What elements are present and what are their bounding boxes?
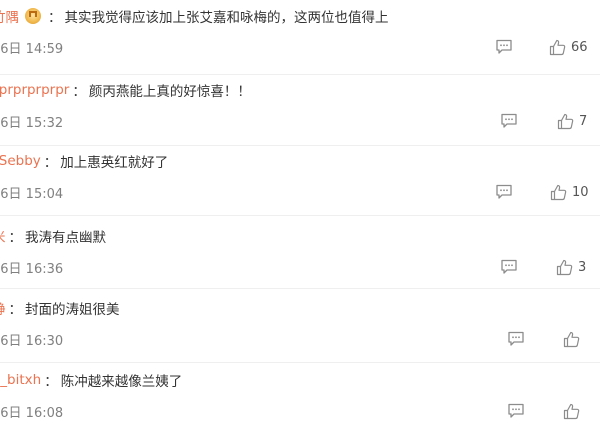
- comment-timestamp: 26日 14:59: [0, 42, 64, 57]
- comment-username[interactable]: 米: [0, 226, 6, 246]
- reply-button[interactable]: [495, 182, 513, 202]
- comment-timestamp: 26日 15:32: [0, 116, 64, 131]
- comment-username[interactable]: _prprprprpr: [0, 82, 69, 98]
- like-button[interactable]: 3: [556, 257, 586, 277]
- comment-username[interactable]: e_bitxh: [0, 372, 41, 388]
- comment-timestamp: 26日 16:08: [0, 406, 64, 421]
- comment-timestamp: 26日 16:30: [0, 334, 64, 349]
- comment-header: e_bitxh ： 陈冲越来越像兰姨了: [0, 368, 182, 392]
- comment-item: 米 ： 我涛有点幽默 26日 16:36 3: [0, 224, 600, 298]
- comment-timestamp: 26日 16:36: [0, 262, 64, 277]
- comment-header: 米 ： 我涛有点幽默: [0, 224, 106, 248]
- comment-separator: ：: [72, 84, 86, 100]
- divider: [0, 145, 600, 146]
- reply-button[interactable]: [507, 401, 525, 421]
- comment-bubble-icon: [496, 39, 512, 54]
- comment-text: 陈冲越来越像兰姨了: [60, 374, 183, 390]
- comment-text: 加上惠英红就好了: [60, 155, 169, 171]
- like-button[interactable]: 66: [549, 37, 588, 57]
- comment-separator: ：: [48, 10, 62, 26]
- comment-text: 颜丙燕能上真的好惊喜！！: [88, 84, 251, 100]
- comment-header: _prprprprpr ： 颜丙燕能上真的好惊喜！！: [0, 78, 251, 102]
- comment-username[interactable]: 竹隅: [0, 6, 19, 26]
- comment-separator: ：: [43, 155, 58, 171]
- comment-list: 竹隅 ： 其实我觉得应该加上张艾嘉和咏梅的，这两位也值得上 26日 14:59 …: [0, 0, 600, 435]
- comment-bubble-icon: [508, 331, 524, 346]
- thumbs-up-icon: [563, 331, 580, 347]
- comment-item: _Sebby ： 加上惠英红就好了 26日 15:04 10: [0, 149, 600, 223]
- comment-separator: ：: [8, 230, 23, 246]
- comment-separator: ：: [8, 302, 23, 318]
- divider: [0, 215, 600, 216]
- comment-bubble-icon: [501, 113, 517, 128]
- comment-header: _Sebby ： 加上惠英红就好了: [0, 149, 168, 173]
- reply-button[interactable]: [500, 111, 518, 131]
- thumbs-up-icon: [556, 259, 573, 275]
- thumbs-up-icon: [563, 403, 580, 419]
- like-button[interactable]: [563, 329, 585, 349]
- comment-item: 竹隅 ： 其实我觉得应该加上张艾嘉和咏梅的，这两位也值得上 26日 14:59 …: [0, 4, 600, 78]
- divider: [0, 74, 600, 75]
- comment-header: 静 ： 封面的涛姐很美: [0, 296, 120, 320]
- comment-bubble-icon: [501, 259, 517, 274]
- comment-username[interactable]: 静: [0, 298, 6, 318]
- reply-button[interactable]: [507, 329, 525, 349]
- thumbs-up-icon: [557, 113, 574, 129]
- like-count: 10: [572, 184, 589, 200]
- like-button[interactable]: 7: [557, 111, 587, 131]
- comment-text: 其实我觉得应该加上张艾嘉和咏梅的，这两位也值得上: [64, 10, 389, 26]
- like-count: 7: [579, 113, 588, 129]
- like-button[interactable]: [563, 401, 585, 421]
- comment-separator: ：: [44, 374, 58, 390]
- like-button[interactable]: 10: [550, 182, 589, 202]
- comment-text: 封面的涛姐很美: [25, 302, 120, 318]
- like-count: 3: [578, 259, 587, 275]
- comment-item: _prprprprpr ： 颜丙燕能上真的好惊喜！！ 26日 15:32 7: [0, 78, 600, 152]
- divider: [0, 288, 600, 289]
- comment-text: 我涛有点幽默: [25, 230, 106, 246]
- comment-bubble-icon: [508, 403, 524, 418]
- comment-timestamp: 26日 15:04: [0, 187, 64, 202]
- thumbs-up-icon: [549, 39, 566, 55]
- thumbs-up-icon: [550, 184, 567, 200]
- reply-button[interactable]: [495, 37, 513, 57]
- divider: [0, 362, 600, 363]
- like-count: 66: [571, 39, 588, 55]
- crown-badge-icon: [25, 8, 41, 24]
- comment-header: 竹隅 ： 其实我觉得应该加上张艾嘉和咏梅的，这两位也值得上: [0, 4, 389, 28]
- comment-bubble-icon: [496, 184, 512, 199]
- reply-button[interactable]: [500, 257, 518, 277]
- comment-item: 静 ： 封面的涛姐很美 26日 16:30: [0, 296, 600, 370]
- comment-item: e_bitxh ： 陈冲越来越像兰姨了 26日 16:08: [0, 368, 600, 435]
- comment-username[interactable]: _Sebby: [0, 153, 41, 169]
